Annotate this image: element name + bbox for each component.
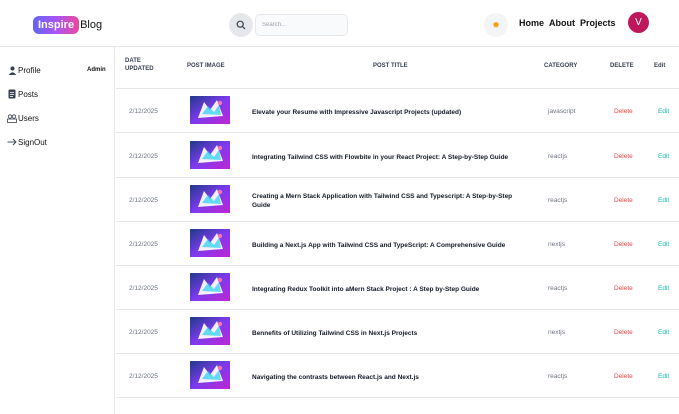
delete-post-button[interactable]: Delete (614, 285, 633, 292)
post-date: 2/12/2025 (129, 373, 158, 380)
post-title-link[interactable]: Creating a Mern Stack Application with T… (252, 192, 527, 210)
post-title-link[interactable]: Integrating Tailwind CSS with Flowbite i… (252, 153, 527, 162)
post-category: nextjs (548, 329, 565, 336)
avatar-initial: V (635, 17, 642, 28)
post-thumbnail[interactable] (190, 185, 230, 213)
nav-projects[interactable]: Projects (580, 18, 616, 28)
post-category: javascript (548, 108, 576, 115)
edit-post-button[interactable]: Edit (658, 241, 669, 248)
delete-post-button[interactable]: Delete (614, 197, 633, 204)
nav-about[interactable]: About (549, 18, 575, 28)
site-logo[interactable]: Inspire Blog (33, 14, 102, 35)
column-header-title: Post Title (373, 63, 408, 69)
delete-post-button[interactable]: Delete (614, 108, 633, 115)
delete-post-button[interactable]: Delete (614, 153, 633, 160)
post-thumbnail[interactable] (190, 361, 230, 389)
table-header: Date Updated Post Image Post Title Categ… (116, 47, 679, 89)
post-category: reactjs (548, 373, 568, 380)
user-avatar[interactable]: V (628, 12, 649, 33)
column-header-delete: Delete (610, 63, 634, 69)
sidebar-item-label: Users (18, 113, 39, 123)
sidebar-item-label: Profile (18, 65, 41, 75)
search-icon (236, 20, 246, 30)
post-category: nextjs (548, 241, 565, 248)
post-category: reactjs (548, 197, 568, 204)
post-category: reactjs (548, 153, 568, 160)
column-header-edit: Edit (654, 63, 666, 69)
table-row: 2/12/2025 Building a Next.js App with Tai… (116, 222, 679, 266)
sidebar-item-label: Posts (18, 89, 39, 99)
post-title-link[interactable]: Integrating Redux Toolkit into aMern Sta… (252, 285, 527, 294)
user-icon (7, 66, 17, 75)
column-header-date: Date Updated (125, 58, 154, 72)
post-category: reactjs (548, 285, 568, 292)
table-row: 2/12/2025 Elevate your Resume with Impres… (116, 89, 679, 133)
admin-badge: Admin (87, 67, 106, 73)
column-header-category: Category (544, 63, 578, 69)
post-thumbnail[interactable] (190, 317, 230, 345)
post-title-link[interactable]: Building a Next.js App with Tailwind CSS… (252, 241, 527, 250)
sidebar-item-users[interactable]: Users (7, 112, 39, 124)
post-date: 2/12/2025 (129, 241, 158, 248)
posts-table: Date Updated Post Image Post Title Categ… (116, 47, 679, 414)
post-date: 2/12/2025 (129, 108, 158, 115)
post-title-link[interactable]: Elevate your Resume with Impressive Java… (252, 108, 527, 117)
top-header: Inspire Blog ✹ Home About Projects V (0, 0, 679, 47)
post-date: 2/12/2025 (129, 329, 158, 336)
table-row: 2/12/2025 Bennefits of Utilizing Tailwind… (116, 310, 679, 354)
search-input[interactable] (255, 14, 348, 36)
post-thumbnail[interactable] (190, 96, 230, 124)
column-header-image: Post Image (187, 63, 225, 69)
sun-icon: ✹ (492, 19, 500, 30)
delete-post-button[interactable]: Delete (614, 329, 633, 336)
post-date: 2/12/2025 (129, 153, 158, 160)
edit-post-button[interactable]: Edit (658, 197, 669, 204)
theme-toggle-button[interactable]: ✹ (484, 13, 508, 37)
post-title-link[interactable]: Bennefits of Utilizing Tailwind CSS in N… (252, 329, 527, 338)
table-row: 2/12/2025 Creating a Mern Stack Applicati… (116, 178, 679, 222)
logo-highlight: Inspire (33, 15, 80, 34)
sidebar: Profile Admin Posts Users SignOut (0, 47, 115, 414)
edit-post-button[interactable]: Edit (658, 373, 669, 380)
sidebar-item-signout[interactable]: SignOut (7, 136, 47, 148)
sidebar-item-posts[interactable]: Posts (7, 88, 38, 100)
delete-post-button[interactable]: Delete (614, 241, 633, 248)
document-icon (7, 89, 17, 99)
nav-home[interactable]: Home (519, 18, 544, 28)
main-nav: Home About Projects (519, 18, 616, 28)
post-thumbnail[interactable] (190, 229, 230, 257)
edit-post-button[interactable]: Edit (658, 285, 669, 292)
table-row: 2/12/2025 Integrating Redux Toolkit into … (116, 266, 679, 310)
users-icon (7, 113, 17, 123)
post-thumbnail[interactable] (190, 273, 230, 301)
arrow-right-icon (7, 138, 17, 146)
logo-text: Blog (80, 18, 103, 31)
post-date: 2/12/2025 (129, 285, 158, 292)
post-title-link[interactable]: Navigating the contrasts between React.j… (252, 373, 527, 382)
table-row: 2/12/2025 Integrating Tailwind CSS with F… (116, 134, 679, 178)
delete-post-button[interactable]: Delete (614, 373, 633, 380)
post-date: 2/12/2025 (129, 197, 158, 204)
edit-post-button[interactable]: Edit (658, 108, 669, 115)
sidebar-item-label: SignOut (18, 137, 47, 147)
post-thumbnail[interactable] (190, 141, 230, 169)
edit-post-button[interactable]: Edit (658, 329, 669, 336)
search-button[interactable] (229, 13, 253, 37)
edit-post-button[interactable]: Edit (658, 153, 669, 160)
table-row: 2/12/2025 Navigating the contrasts betwee… (116, 354, 679, 398)
sidebar-item-profile[interactable]: Profile (7, 64, 41, 76)
